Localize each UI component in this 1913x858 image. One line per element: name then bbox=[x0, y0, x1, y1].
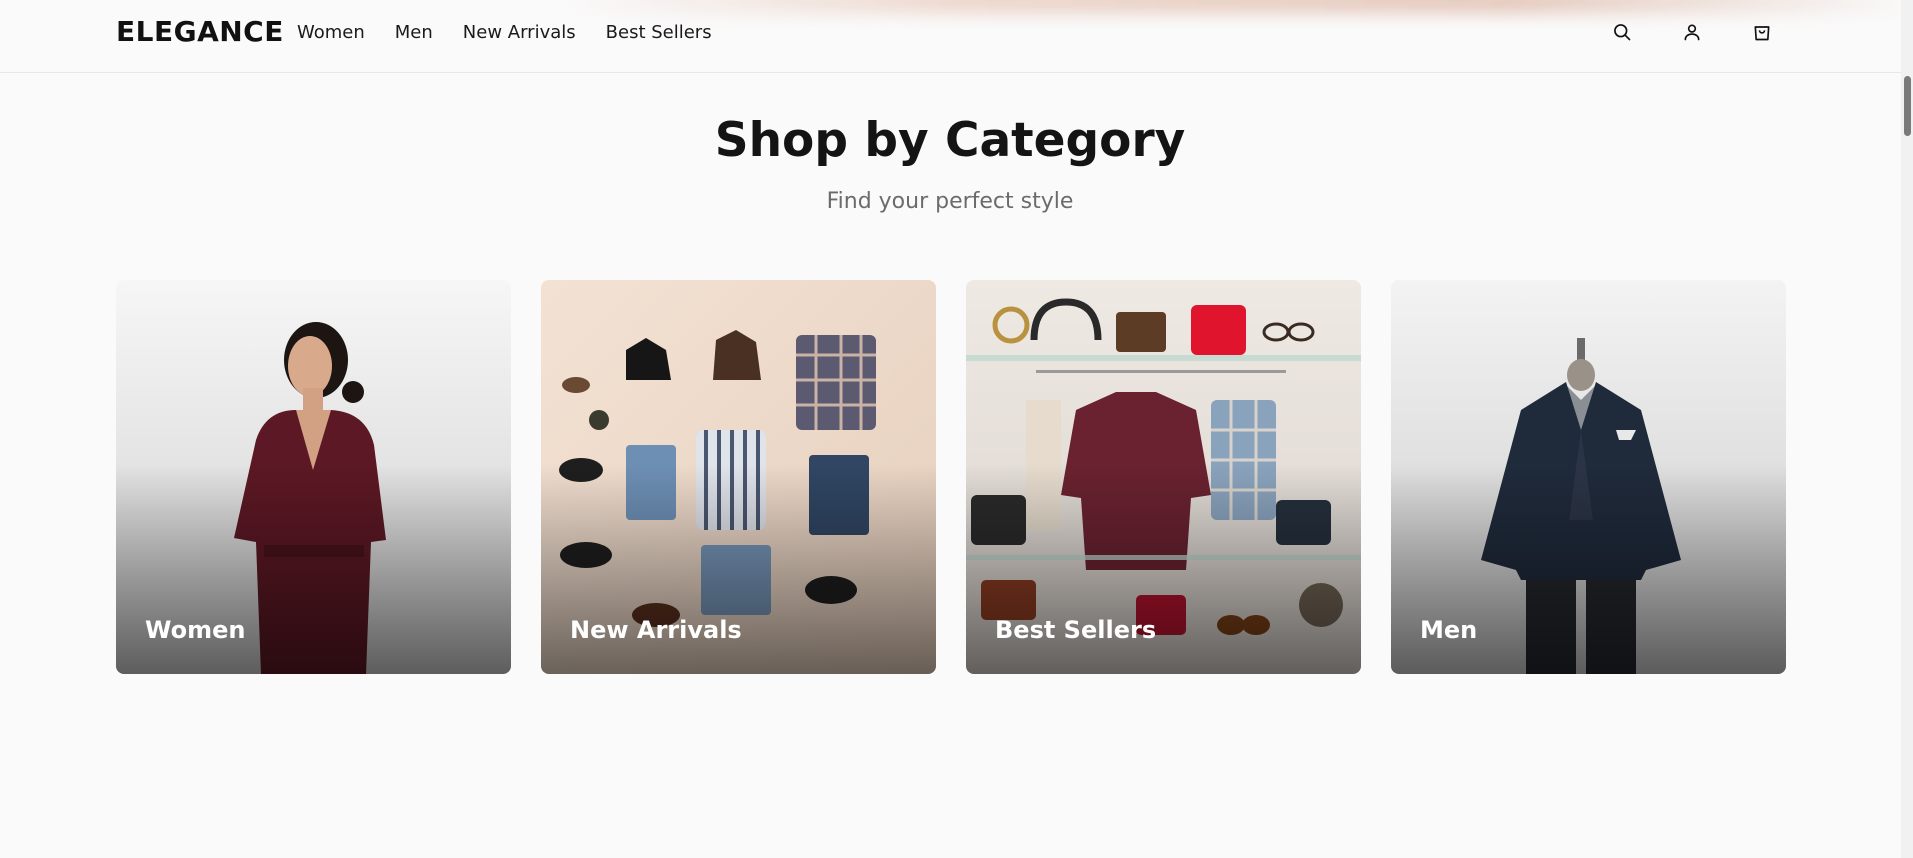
category-grid: Women New Arrivals Best Sellers Men bbox=[116, 280, 1786, 674]
site-logo[interactable]: ELEGANCE bbox=[116, 15, 284, 48]
category-card-new-arrivals[interactable]: New Arrivals bbox=[541, 280, 936, 674]
nav-new-arrivals[interactable]: New Arrivals bbox=[463, 22, 576, 43]
category-label: Best Sellers bbox=[995, 616, 1157, 644]
category-label: Men bbox=[1420, 616, 1478, 644]
search-icon[interactable] bbox=[1610, 20, 1634, 44]
category-label: Women bbox=[145, 616, 246, 644]
section-title: Shop by Category bbox=[714, 113, 1186, 168]
category-card-women[interactable]: Women bbox=[116, 280, 511, 674]
shopping-bag-icon[interactable] bbox=[1750, 20, 1774, 44]
page-scrollbar[interactable] bbox=[1901, 0, 1913, 858]
nav-best-sellers[interactable]: Best Sellers bbox=[606, 22, 712, 43]
scrollbar-thumb[interactable] bbox=[1904, 76, 1911, 136]
user-icon[interactable] bbox=[1680, 20, 1704, 44]
site-header: ELEGANCE Women Men New Arrivals Best Sel… bbox=[0, 0, 1913, 73]
section-subtitle: Find your perfect style bbox=[826, 189, 1074, 214]
nav-men[interactable]: Men bbox=[395, 22, 433, 43]
category-card-best-sellers[interactable]: Best Sellers bbox=[966, 280, 1361, 674]
header-actions bbox=[1610, 20, 1774, 44]
category-card-men[interactable]: Men bbox=[1391, 280, 1786, 674]
nav-women[interactable]: Women bbox=[297, 22, 365, 43]
header-banner-glow bbox=[560, 0, 1913, 14]
category-label: New Arrivals bbox=[570, 616, 742, 644]
main-nav: Women Men New Arrivals Best Sellers bbox=[297, 22, 712, 43]
